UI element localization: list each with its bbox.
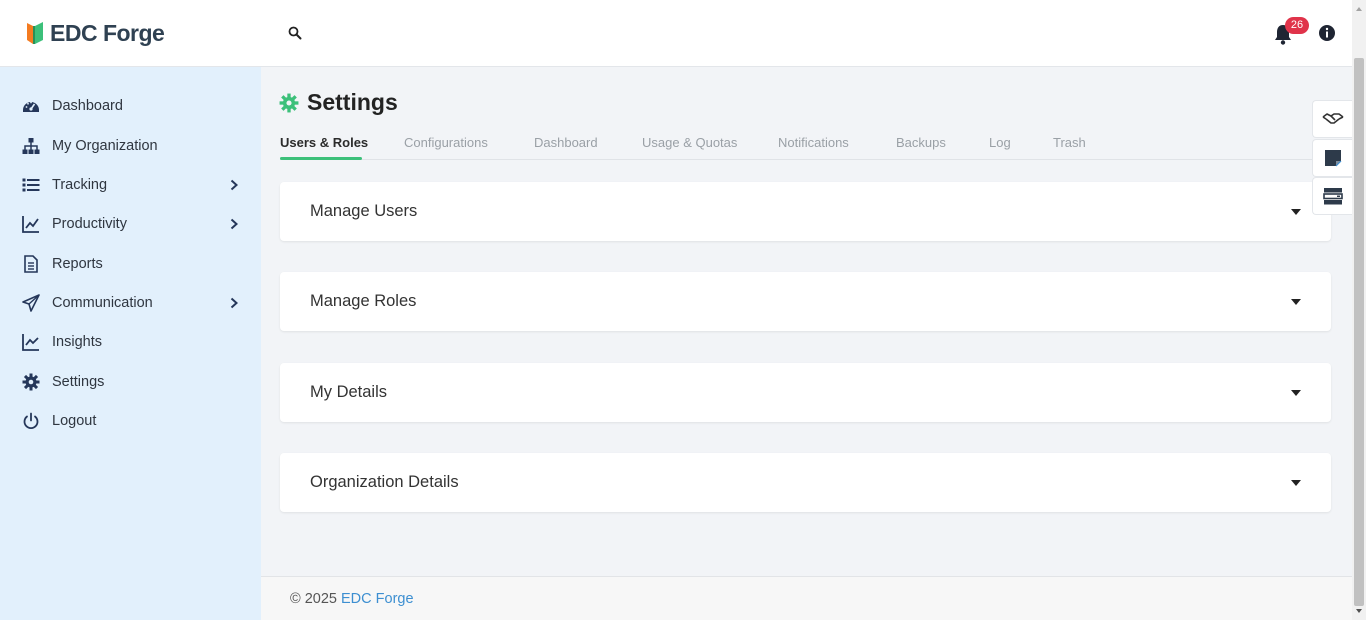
panel-organization-details[interactable]: Organization Details [280,453,1331,512]
sidebar-item-label: Dashboard [52,98,123,114]
panel-manage-roles[interactable]: Manage Roles [280,272,1331,331]
tab-users-roles[interactable]: Users & Roles [280,135,368,150]
panel-title: Organization Details [310,473,459,491]
active-tab-indicator [280,157,362,160]
sidebar-item-label: Insights [52,334,102,350]
tab-notifications[interactable]: Notifications [778,135,849,150]
caret-down-icon [1291,299,1301,305]
org-chart-icon [22,138,40,154]
top-header: EDC Forge 26 [0,0,1352,67]
panel-title: Manage Users [310,202,418,220]
tab-trash[interactable]: Trash [1053,135,1086,150]
document-icon [24,255,38,273]
logo[interactable]: EDC Forge [24,19,165,47]
caret-down-icon [1291,209,1301,215]
footer-copyright: © 2025 EDC Forge [290,591,414,607]
sidebar-item-communication[interactable]: Communication [0,285,261,321]
info-icon[interactable] [1318,24,1336,42]
footer: © 2025 EDC Forge [261,576,1352,620]
sidebar-item-my-organization[interactable]: My Organization [0,128,261,164]
sidebar-item-label: Settings [52,374,105,390]
tab-usage-quotas[interactable]: Usage & Quotas [642,135,737,150]
sidebar-item-label: Productivity [52,216,127,232]
dashboard-gauge-icon [23,101,39,112]
main-content: Settings Users & Roles Configurations Da… [261,67,1352,576]
sidebar-item-label: Tracking [52,177,108,193]
list-icon [22,178,40,192]
chevron-right-icon [230,179,238,191]
server-icon [1322,188,1343,205]
paper-plane-icon [22,294,40,312]
caret-down-icon [1291,390,1301,396]
sidebar-item-logout[interactable]: Logout [0,403,261,439]
logo-text: EDC Forge [50,19,165,46]
sidebar-item-label: Logout [52,413,97,429]
sidebar-item-dashboard[interactable]: Dashboard [0,88,261,124]
scrollbar-thumb[interactable] [1354,58,1364,606]
sidebar-item-reports[interactable]: Reports [0,246,261,282]
line-chart-icon [22,216,39,233]
tab-backups[interactable]: Backups [896,135,946,150]
tab-configurations[interactable]: Configurations [404,135,488,150]
sidebar-item-settings[interactable]: Settings [0,364,261,400]
search-icon[interactable] [288,26,302,40]
power-icon [23,412,39,430]
scroll-up-arrow-icon[interactable] [1354,4,1364,14]
gear-icon [279,93,299,112]
sidebar-item-tracking[interactable]: Tracking [0,167,261,203]
sidebar-item-insights[interactable]: Insights [0,324,261,360]
tab-dashboard[interactable]: Dashboard [534,135,598,150]
chevron-right-icon [230,297,238,309]
sticky-note-icon [1324,150,1341,167]
sidebar-item-productivity[interactable]: Productivity [0,206,261,242]
panel-title: Manage Roles [310,292,417,310]
panel-manage-users[interactable]: Manage Users [280,182,1331,241]
panel-title: My Details [310,383,388,401]
handshake-tool-button[interactable] [1312,100,1352,138]
gear-icon [22,373,40,391]
logo-mark-icon [27,22,43,44]
server-tool-button[interactable] [1312,177,1352,215]
page-title: Settings [307,89,398,115]
sticky-note-tool-button[interactable] [1312,139,1352,177]
sidebar-item-label: Communication [52,295,153,311]
sidebar-item-label: Reports [52,256,103,272]
notification-count-badge: 26 [1285,17,1309,34]
settings-tabs: Users & Roles Configurations Dashboard U… [280,129,1332,160]
footer-brand-link[interactable]: EDC Forge [341,591,414,607]
copyright-text: © 2025 [290,591,341,607]
tab-log[interactable]: Log [989,135,1011,150]
handshake-icon [1322,113,1343,124]
chevron-right-icon [230,218,238,230]
scroll-down-arrow-icon[interactable] [1354,606,1364,616]
sidebar-item-label: My Organization [52,138,158,154]
sidebar: Dashboard My Organization Tracking Produ… [0,67,261,620]
page-header: Settings [279,89,398,116]
panel-my-details[interactable]: My Details [280,363,1331,422]
caret-down-icon [1291,480,1301,486]
trend-chart-icon [22,334,39,351]
